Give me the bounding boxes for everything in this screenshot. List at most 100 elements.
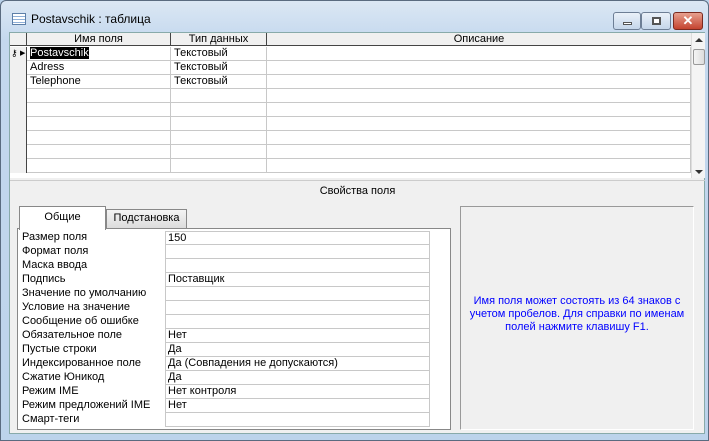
- property-label: Сжатие Юникод: [22, 371, 105, 383]
- header-data-type[interactable]: Тип данных: [171, 33, 267, 46]
- data-type-cell[interactable]: Текстовый: [171, 47, 267, 61]
- field-name-cell-text: Telephone: [30, 75, 81, 87]
- vertical-scrollbar[interactable]: [691, 33, 705, 178]
- data-type-cell[interactable]: [171, 159, 267, 173]
- scroll-thumb[interactable]: [693, 49, 705, 65]
- primary-key-icon: ⚷: [11, 48, 18, 58]
- field-row[interactable]: ⚷ ▶ Postavschik Текстовый: [10, 47, 691, 61]
- row-selector[interactable]: [10, 61, 27, 75]
- empty-field-row[interactable]: [10, 117, 691, 131]
- scroll-down-icon[interactable]: [695, 170, 703, 174]
- field-name-cell[interactable]: [27, 159, 171, 173]
- description-cell[interactable]: [267, 131, 691, 145]
- property-value-input[interactable]: Да: [165, 371, 430, 385]
- row-selector[interactable]: [10, 159, 27, 173]
- property-value-input[interactable]: Нет: [165, 399, 430, 413]
- row-selector[interactable]: [10, 131, 27, 145]
- data-type-cell[interactable]: [171, 89, 267, 103]
- field-name-cell[interactable]: [27, 145, 171, 159]
- property-label: Маска ввода: [22, 259, 88, 271]
- property-row: Пустые строки Да: [22, 343, 430, 357]
- property-value-input[interactable]: Нет: [165, 329, 430, 343]
- tab-lookup[interactable]: Подстановка: [106, 209, 187, 228]
- field-name-cell[interactable]: [27, 103, 171, 117]
- row-selector[interactable]: [10, 145, 27, 159]
- row-selector[interactable]: [10, 117, 27, 131]
- empty-field-row[interactable]: [10, 159, 691, 173]
- property-label: Режим предложений IME: [22, 399, 151, 411]
- empty-field-row[interactable]: [10, 103, 691, 117]
- maximize-button[interactable]: [641, 12, 671, 30]
- data-type-cell[interactable]: Текстовый: [171, 61, 267, 75]
- field-row[interactable]: Telephone Текстовый: [10, 75, 691, 89]
- property-row: Условие на значение: [22, 301, 430, 315]
- property-label: Режим IME: [22, 385, 79, 397]
- property-value-input[interactable]: [165, 301, 430, 315]
- property-value-input[interactable]: [165, 315, 430, 329]
- description-cell[interactable]: [267, 117, 691, 131]
- field-row[interactable]: Adress Текстовый: [10, 61, 691, 75]
- header-description[interactable]: Описание: [267, 33, 691, 46]
- data-type-cell[interactable]: [171, 131, 267, 145]
- data-type-cell-text: Текстовый: [174, 47, 228, 59]
- property-label: Смарт-теги: [22, 413, 80, 425]
- field-name-cell[interactable]: [27, 89, 171, 103]
- description-cell[interactable]: [267, 145, 691, 159]
- description-cell[interactable]: [267, 75, 691, 89]
- field-name-cell[interactable]: Postavschik: [27, 47, 171, 61]
- property-row: Подпись Поставщик: [22, 273, 430, 287]
- data-type-cell-text: Текстовый: [174, 61, 228, 73]
- row-selector[interactable]: [10, 89, 27, 103]
- data-type-cell[interactable]: Текстовый: [171, 75, 267, 89]
- description-cell[interactable]: [267, 103, 691, 117]
- tab-general[interactable]: Общие: [19, 206, 106, 230]
- empty-field-row[interactable]: [10, 89, 691, 103]
- properties-panel: Размер поля 150 Формат поля Маска ввода Подп…: [17, 228, 451, 430]
- property-value-input[interactable]: Да: [165, 343, 430, 357]
- row-selector[interactable]: [10, 103, 27, 117]
- property-row: Смарт-теги: [22, 413, 430, 427]
- data-type-cell[interactable]: [171, 117, 267, 131]
- property-value-input[interactable]: Нет контроля: [165, 385, 430, 399]
- property-value-input[interactable]: [165, 413, 430, 427]
- data-type-cell[interactable]: [171, 103, 267, 117]
- property-value-input[interactable]: Да (Совпадения не допускаются): [165, 357, 430, 371]
- description-cell[interactable]: [267, 47, 691, 61]
- field-name-cell[interactable]: [27, 131, 171, 145]
- property-value-input[interactable]: [165, 287, 430, 301]
- property-row: Режим предложений IME Нет: [22, 399, 430, 413]
- close-button[interactable]: ✕: [673, 12, 703, 30]
- property-row: Сообщение об ошибке: [22, 315, 430, 329]
- fields-grid: Имя поля Тип данных Описание ⚷ ▶ Postavsch…: [10, 33, 691, 178]
- property-value-input[interactable]: Поставщик: [165, 273, 430, 287]
- description-cell[interactable]: [267, 159, 691, 173]
- property-value-input[interactable]: [165, 259, 430, 273]
- property-label: Пустые строки: [22, 343, 97, 355]
- field-name-cell[interactable]: [27, 117, 171, 131]
- minimize-button[interactable]: [613, 12, 641, 30]
- description-cell[interactable]: [267, 89, 691, 103]
- row-selector[interactable]: [10, 75, 27, 89]
- property-value-input[interactable]: [165, 245, 430, 259]
- field-name-cell[interactable]: Adress: [27, 61, 171, 75]
- property-row: Режим IME Нет контроля: [22, 385, 430, 399]
- property-label: Подпись: [22, 273, 66, 285]
- current-row-icon: ▶: [20, 50, 26, 57]
- property-row: Обязательное поле Нет: [22, 329, 430, 343]
- property-value-input[interactable]: 150: [165, 231, 430, 245]
- scroll-up-icon[interactable]: [695, 38, 703, 42]
- field-properties-label: Свойства поля: [10, 180, 705, 197]
- restore-icon: [652, 17, 661, 25]
- property-row: Формат поля: [22, 245, 430, 259]
- header-field-name[interactable]: Имя поля: [27, 33, 171, 46]
- empty-field-row[interactable]: [10, 145, 691, 159]
- property-row: Индексированное поле Да (Совпадения не до…: [22, 357, 430, 371]
- help-pane: Имя поля может состоять из 64 знаков с у…: [460, 206, 694, 430]
- description-cell[interactable]: [267, 61, 691, 75]
- field-name-cell[interactable]: Telephone: [27, 75, 171, 89]
- table-design-window: Postavschik : таблица ✕ Имя поля Тип дан…: [0, 0, 709, 441]
- data-type-cell[interactable]: [171, 145, 267, 159]
- window-title: Postavschik : таблица: [31, 12, 151, 26]
- empty-field-row[interactable]: [10, 131, 691, 145]
- row-selector[interactable]: ⚷ ▶: [10, 47, 27, 61]
